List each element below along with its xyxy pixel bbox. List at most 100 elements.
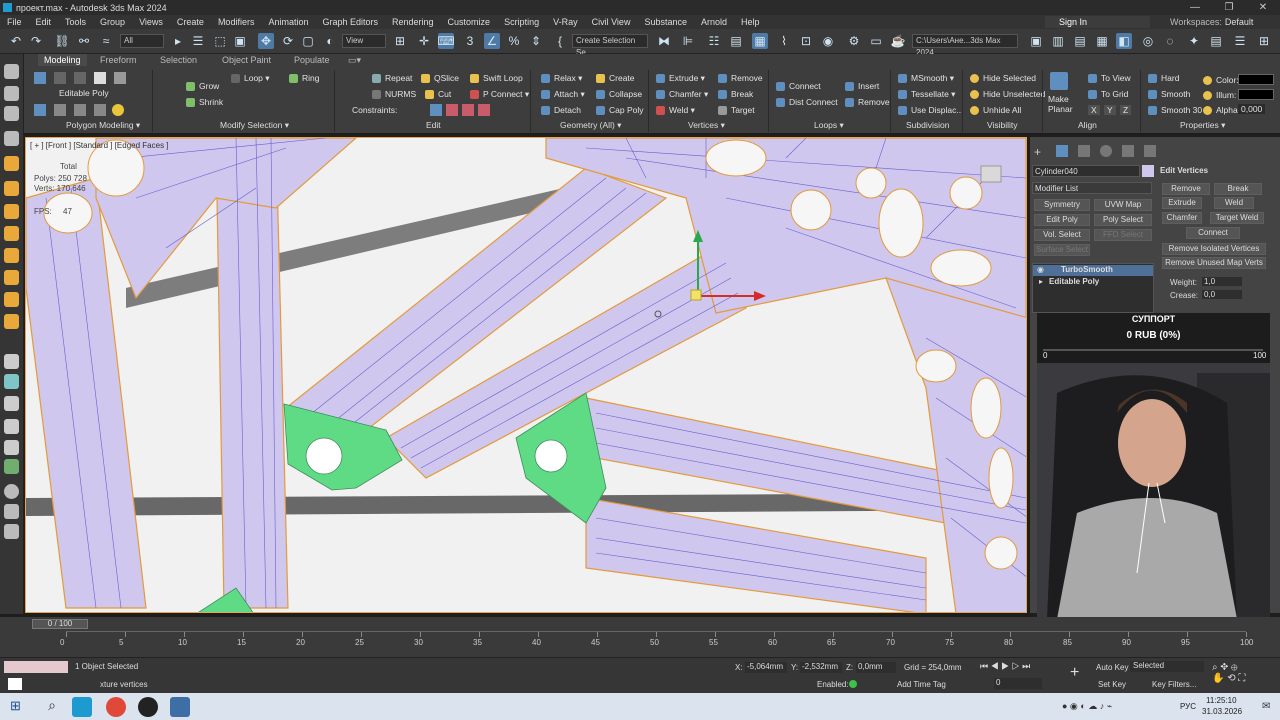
move-icon[interactable]: ✥ <box>258 33 274 49</box>
make-planar-icon[interactable] <box>1050 72 1068 90</box>
modify-tab-icon[interactable] <box>1056 145 1068 157</box>
extrude-button[interactable]: Extrude ▾ <box>656 73 705 84</box>
open-file-icon[interactable]: ▤ <box>1072 33 1088 49</box>
edit-poly-button[interactable]: Edit Poly <box>1034 214 1090 226</box>
nurms-button[interactable]: NURMS <box>372 89 416 99</box>
unhide-all-button[interactable]: Unhide All <box>970 105 1021 115</box>
geosphere-icon[interactable] <box>4 419 19 434</box>
key-filters-button[interactable]: Key Filters... <box>1152 680 1196 689</box>
collapse-button[interactable]: Collapse <box>596 89 642 99</box>
cap-poly-button[interactable]: Cap Poly <box>596 105 644 115</box>
menu-arnold[interactable]: Arnold <box>694 17 734 27</box>
start-icon[interactable]: ⊞ <box>10 699 22 712</box>
display-tab-icon[interactable] <box>1122 145 1134 157</box>
scene-explorer-icon[interactable]: ☷ <box>706 33 722 49</box>
snaps-toggle-icon[interactable]: 3 <box>462 33 478 49</box>
weight-input[interactable]: 1,0 <box>1202 277 1242 286</box>
constraint-none-icon[interactable] <box>430 104 442 116</box>
select-manipulate-icon[interactable]: ✛ <box>416 33 432 49</box>
angle-snap-icon[interactable]: ∠ <box>484 33 500 49</box>
save-file-icon[interactable]: ▦ <box>1094 33 1110 49</box>
schematic-view-icon[interactable]: ⊡ <box>798 33 814 49</box>
tessellate-button[interactable]: Tessellate ▾ <box>898 89 955 100</box>
create-button[interactable]: Create <box>596 73 635 83</box>
menu-customize[interactable]: Customize <box>441 17 498 27</box>
to-view-button[interactable]: To View <box>1088 73 1131 83</box>
bind-space-warp-icon[interactable]: ≈ <box>98 33 114 49</box>
create-tab-icon[interactable]: + <box>1034 145 1046 159</box>
constraint-normal-icon[interactable] <box>478 104 490 116</box>
menu-tools[interactable]: Tools <box>58 17 93 27</box>
helper-icon[interactable] <box>4 204 19 219</box>
snap-icon[interactable] <box>4 504 19 519</box>
teapot-icon[interactable] <box>4 374 19 389</box>
ring-button[interactable]: Ring <box>289 73 319 83</box>
3dsmax-taskbar-icon[interactable] <box>72 697 92 717</box>
project-folder-icon[interactable]: ▣ <box>1028 33 1044 49</box>
close-button[interactable]: ✕ <box>1246 0 1280 15</box>
ev-extrude-button[interactable]: Extrude <box>1162 197 1202 209</box>
modifier-list-select[interactable]: Modifier List <box>1032 182 1152 194</box>
named-selection-select[interactable]: Create Selection Se <box>572 34 648 57</box>
time-slider[interactable]: 0 / 100 <box>32 619 88 629</box>
obs-icon[interactable] <box>138 697 158 717</box>
timeline[interactable]: 0 / 100 0 5 10 15 20 25 30 35 40 45 50 55 60 65 70 75 80… <box>0 617 1280 657</box>
redo-icon[interactable]: ↷ <box>28 33 44 49</box>
hand-icon[interactable] <box>4 440 19 455</box>
material-editor-icon[interactable]: ◉ <box>820 33 836 49</box>
pivot-icon[interactable]: ⊞ <box>392 33 408 49</box>
particles-icon[interactable] <box>4 248 19 263</box>
key-mode-select[interactable]: Selected <box>1130 661 1204 672</box>
link-icon[interactable]: ⛓ <box>54 33 70 49</box>
rect-selection-icon[interactable]: ⬚ <box>212 33 228 49</box>
element-mode-icon[interactable] <box>114 72 126 84</box>
script-icon[interactable] <box>8 678 22 690</box>
edit-named-selection-icon[interactable]: { <box>552 33 568 49</box>
ribbon-options-icon[interactable]: ▭▾ <box>348 55 361 66</box>
object-color-swatch[interactable] <box>1142 165 1154 177</box>
place-icon[interactable]: ◐ <box>322 33 338 49</box>
object-name-input[interactable]: Cylinder040 <box>1032 165 1140 177</box>
edge-mode-icon[interactable] <box>54 72 66 84</box>
group-vertices[interactable]: Vertices ▾ <box>688 120 725 131</box>
render-icon[interactable]: ☕ <box>890 33 906 49</box>
auto-key-button[interactable]: Auto Key <box>1096 663 1128 672</box>
workspace-selector[interactable]: Workspaces: Default <box>1170 15 1253 29</box>
msmooth-button[interactable]: MSmooth ▾ <box>898 73 954 84</box>
rotate-icon[interactable]: ⟳ <box>280 33 296 49</box>
menu-rendering[interactable]: Rendering <box>385 17 441 27</box>
menu-group[interactable]: Group <box>93 17 132 27</box>
collapse-stack-icon[interactable] <box>74 104 86 116</box>
sphere-icon[interactable] <box>4 484 19 499</box>
language-indicator[interactable]: РУС <box>1180 702 1196 711</box>
constraint-edge-icon[interactable] <box>446 104 458 116</box>
menu-edit[interactable]: Edit <box>29 17 59 27</box>
surface-select-button[interactable]: Surface Select <box>1034 244 1090 256</box>
clock-date[interactable]: 31.03.2026 <box>1202 707 1242 716</box>
border-mode-icon[interactable] <box>74 72 86 84</box>
align-x-button[interactable]: X <box>1088 105 1100 115</box>
playback-controls[interactable]: ⏮ ◀ ▶ ▷ ⏭ <box>980 661 1060 673</box>
ev-weld-button[interactable]: Weld <box>1214 197 1254 209</box>
color-swatch[interactable] <box>1238 74 1274 85</box>
stack-item-turbosmooth[interactable]: ◉ TurboSmooth <box>1033 265 1153 276</box>
vray-lights-icon[interactable]: ☰ <box>1232 33 1248 49</box>
search-icon[interactable]: ⌕ <box>42 697 62 717</box>
box-icon[interactable] <box>4 354 19 369</box>
menu-substance[interactable]: Substance <box>637 17 694 27</box>
vertex-mode-icon[interactable] <box>34 72 46 84</box>
polygon-mode-icon[interactable] <box>94 72 106 84</box>
selection-filter-select[interactable]: All <box>120 34 164 48</box>
tab-object-paint[interactable]: Object Paint <box>222 55 271 65</box>
light-icon[interactable] <box>4 181 19 196</box>
insert-loop-button[interactable]: Insert <box>845 81 879 91</box>
mirror-icon[interactable]: ⧓ <box>656 33 672 49</box>
menu-graph-editors[interactable]: Graph Editors <box>315 17 385 27</box>
viewport-label[interactable]: [ + ] [Front ] [Standard ] [Edged Faces … <box>30 141 169 150</box>
menu-create[interactable]: Create <box>170 17 211 27</box>
scene-list-icon[interactable] <box>4 131 19 146</box>
remove-loop-button[interactable]: Remove <box>845 97 890 107</box>
stack-item-editable-poly[interactable]: ▸ Editable Poly <box>1033 277 1153 288</box>
select-tool-icon[interactable] <box>4 86 19 101</box>
ignore-backfacing-icon[interactable] <box>54 104 66 116</box>
